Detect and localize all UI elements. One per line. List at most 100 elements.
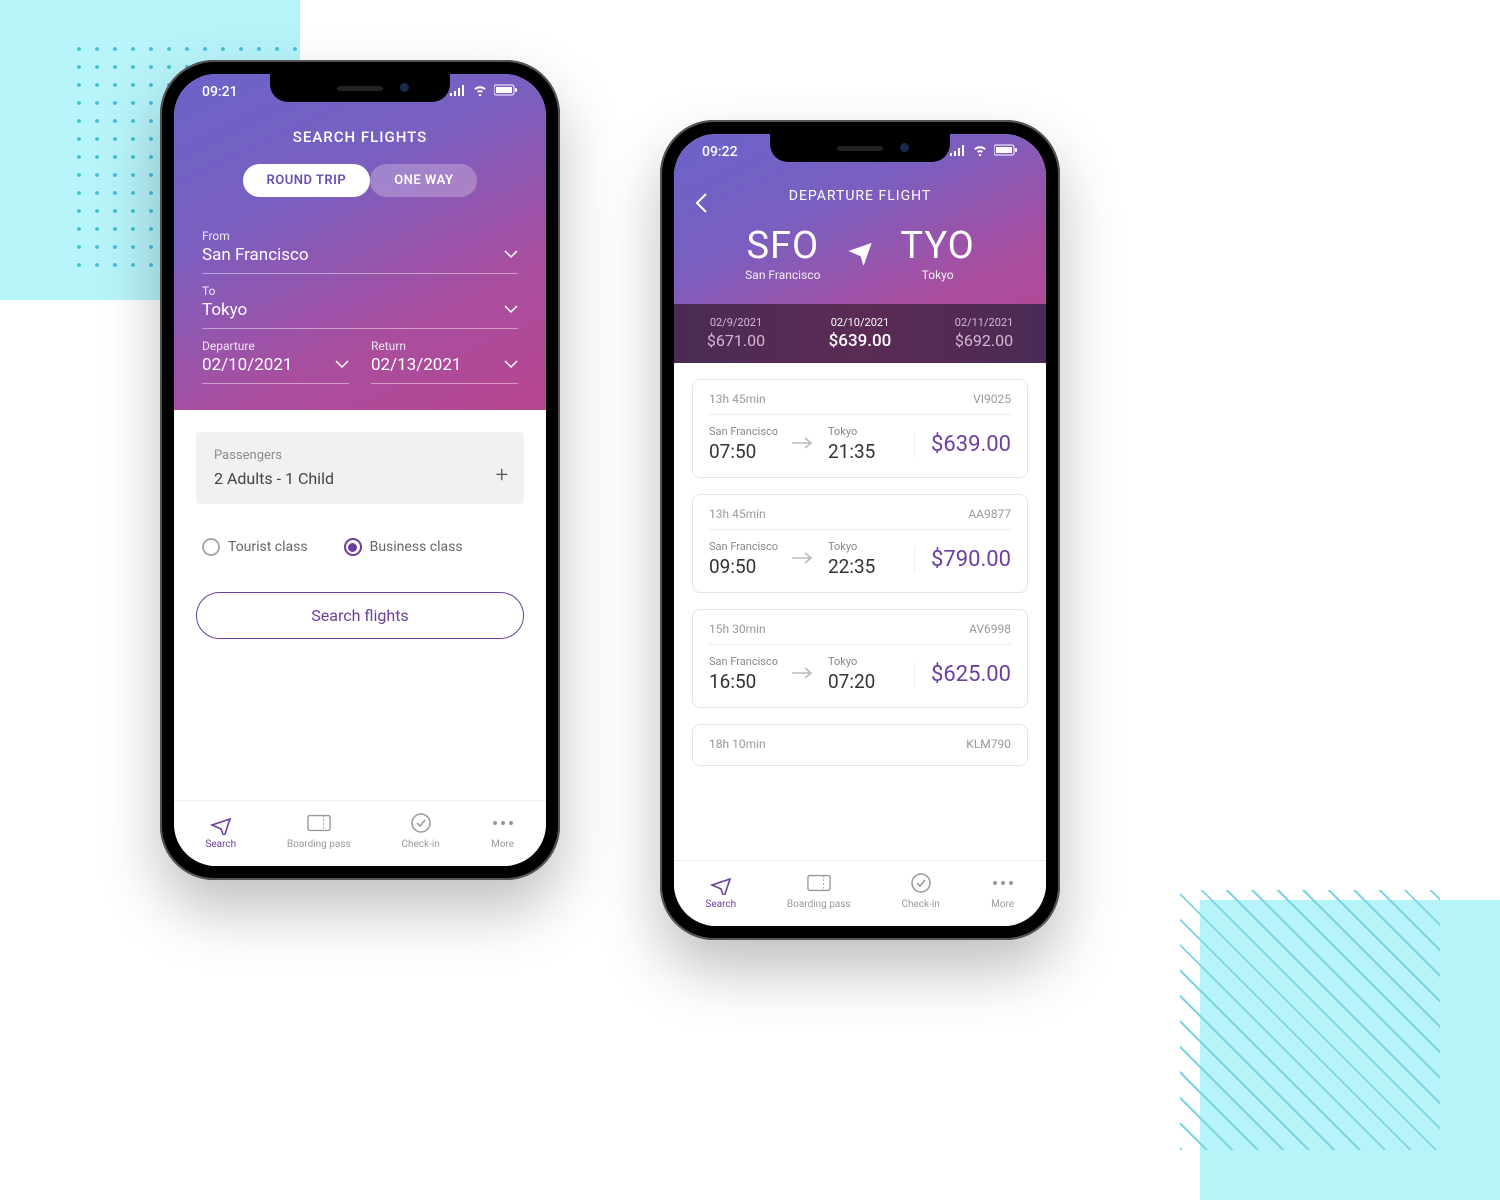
page-title: SEARCH FLIGHTS	[174, 128, 546, 146]
return-field[interactable]: Return 02/13/2021	[371, 329, 518, 384]
date-option-0[interactable]: 02/9/2021 $671.00	[674, 314, 798, 353]
nav-boarding-label: Boarding pass	[787, 899, 851, 910]
decoration-stripes	[1180, 890, 1440, 1150]
phone-departure-flight: 09:22 DEPARTURE FLIGHT SFO San Francisco	[660, 120, 1060, 940]
arrow-right-icon	[792, 665, 814, 684]
leg-to-time: 22:35	[828, 555, 875, 578]
nav-more-label: More	[991, 899, 1014, 910]
from-value: San Francisco	[202, 245, 518, 265]
return-value: 02/13/2021	[371, 355, 518, 375]
wifi-icon	[472, 84, 488, 100]
flight-card[interactable]: 13h 45min AA9877 San Francisco 09:50 Tok…	[692, 494, 1028, 593]
nav-boarding-label: Boarding pass	[287, 839, 351, 850]
nav-search[interactable]: Search	[705, 871, 736, 910]
nav-boarding-pass[interactable]: Boarding pass	[287, 811, 351, 850]
to-code: TYO	[900, 224, 974, 268]
bottom-nav: Search Boarding pass Check-in More	[674, 860, 1046, 926]
phone-search-flights: 09:21 SEARCH FLIGHTS ROUND TRIP	[160, 60, 560, 880]
leg-to-time: 07:20	[828, 670, 875, 693]
leg-from-time: 07:50	[709, 440, 778, 463]
ticket-icon	[807, 871, 831, 895]
nav-check-in[interactable]: Check-in	[401, 811, 439, 850]
nav-search-label: Search	[705, 899, 736, 910]
passengers-label: Passengers	[214, 448, 506, 463]
search-flights-button[interactable]: Search flights	[196, 592, 524, 639]
radio-tourist-label: Tourist class	[228, 539, 308, 555]
flight-duration: 13h 45min	[709, 507, 766, 521]
date-label: 02/10/2021	[798, 316, 922, 329]
departure-label: Departure	[202, 339, 349, 353]
radio-business-class[interactable]: Business class	[344, 538, 463, 556]
bottom-nav: Search Boarding pass Check-in	[174, 800, 546, 866]
flight-code: KLM790	[966, 737, 1011, 751]
more-dots-icon	[491, 811, 515, 835]
plane-icon	[709, 871, 733, 895]
battery-icon	[994, 144, 1018, 160]
date-price: $639.00	[798, 331, 922, 351]
flight-price: $625.00	[931, 662, 1011, 687]
chevron-down-icon	[504, 244, 518, 263]
phone-notch	[270, 74, 450, 102]
departure-field[interactable]: Departure 02/10/2021	[202, 329, 349, 384]
status-time: 09:21	[202, 84, 238, 100]
more-dots-icon	[991, 871, 1015, 895]
plane-icon	[209, 811, 233, 835]
nav-more[interactable]: More	[991, 871, 1015, 910]
nav-search[interactable]: Search	[205, 811, 236, 850]
radio-icon-selected	[344, 538, 362, 556]
arrow-right-icon	[792, 435, 814, 454]
leg-from-time: 09:50	[709, 555, 778, 578]
flight-code: AV6998	[969, 622, 1011, 636]
date-selector: 02/9/2021 $671.00 02/10/2021 $639.00 02/…	[674, 304, 1046, 363]
flight-card[interactable]: 18h 10min KLM790	[692, 724, 1028, 766]
to-value: Tokyo	[202, 300, 518, 320]
departure-value: 02/10/2021	[202, 355, 349, 375]
flight-card[interactable]: 15h 30min AV6998 San Francisco 16:50 Tok…	[692, 609, 1028, 708]
plus-icon[interactable]: +	[496, 463, 508, 488]
signal-icon	[450, 84, 466, 100]
nav-more-label: More	[491, 839, 514, 850]
nav-check-in[interactable]: Check-in	[901, 871, 939, 910]
leg-from-city: San Francisco	[709, 655, 778, 668]
date-label: 02/9/2021	[674, 316, 798, 329]
leg-to-city: Tokyo	[828, 540, 875, 553]
date-option-1[interactable]: 02/10/2021 $639.00	[798, 314, 922, 353]
leg-to-city: Tokyo	[828, 425, 875, 438]
date-price: $692.00	[922, 331, 1046, 350]
leg-from-time: 16:50	[709, 670, 778, 693]
from-code: SFO	[745, 224, 820, 268]
leg-to-city: Tokyo	[828, 655, 875, 668]
plane-icon	[846, 237, 874, 269]
flight-duration: 13h 45min	[709, 392, 766, 406]
passengers-value: 2 Adults - 1 Child	[214, 469, 506, 488]
to-city: Tokyo	[900, 268, 974, 282]
check-circle-icon	[409, 811, 433, 835]
passengers-card[interactable]: Passengers 2 Adults - 1 Child +	[196, 432, 524, 504]
from-field[interactable]: From San Francisco	[202, 219, 518, 274]
chevron-down-icon	[335, 354, 349, 373]
radio-business-label: Business class	[370, 539, 463, 555]
leg-to-time: 21:35	[828, 440, 875, 463]
to-field[interactable]: To Tokyo	[202, 274, 518, 329]
ticket-icon	[307, 811, 331, 835]
leg-from-city: San Francisco	[709, 425, 778, 438]
status-time: 09:22	[702, 144, 738, 160]
flight-code: AA9877	[968, 507, 1011, 521]
chevron-down-icon	[504, 299, 518, 318]
flight-code: VI9025	[973, 392, 1011, 406]
flight-card[interactable]: 13h 45min VI9025 San Francisco 07:50	[692, 379, 1028, 478]
flight-duration: 15h 30min	[709, 622, 766, 636]
tab-round-trip[interactable]: ROUND TRIP	[243, 164, 371, 197]
nav-boarding-pass[interactable]: Boarding pass	[787, 871, 851, 910]
back-button[interactable]	[694, 192, 708, 218]
from-label: From	[202, 229, 518, 243]
nav-more[interactable]: More	[491, 811, 515, 850]
date-label: 02/11/2021	[922, 316, 1046, 329]
page-title: DEPARTURE FLIGHT	[674, 188, 1046, 204]
to-label: To	[202, 284, 518, 298]
radio-tourist-class[interactable]: Tourist class	[202, 538, 308, 556]
flight-price: $790.00	[931, 547, 1011, 572]
radio-icon	[202, 538, 220, 556]
tab-one-way[interactable]: ONE WAY	[370, 164, 477, 197]
date-option-2[interactable]: 02/11/2021 $692.00	[922, 314, 1046, 353]
